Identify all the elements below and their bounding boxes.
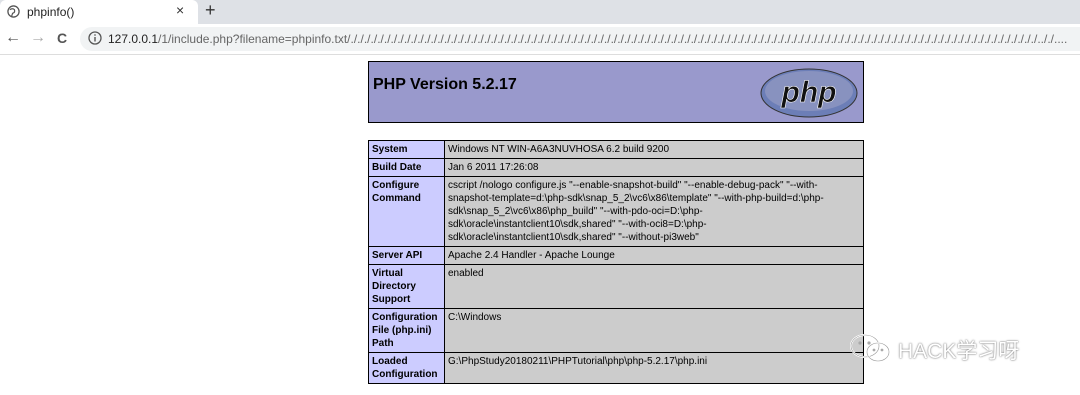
- row-value: cscript /nologo configure.js "--enable-s…: [444, 176, 864, 247]
- row-key: Loaded Configuration: [368, 352, 445, 384]
- row-value: G:\PhpStudy20180211\PHPTutorial\php\php-…: [444, 352, 864, 384]
- tab-phpinfo[interactable]: phpinfo() ×: [0, 0, 198, 24]
- phpinfo-content: PHP Version 5.2.17 php System Windows NT …: [368, 61, 866, 384]
- row-value: Jan 6 2011 17:26:08: [444, 158, 864, 177]
- table-row: Loaded Configuration G:\PhpStudy20180211\…: [368, 352, 864, 384]
- back-icon[interactable]: ←: [5, 29, 21, 47]
- row-key: Server API: [368, 246, 445, 265]
- tab-title: phpinfo(): [27, 5, 75, 19]
- row-key: System: [368, 140, 445, 159]
- row-key: Configuration File (php.ini) Path: [368, 308, 445, 353]
- url-host: 127.0.0.1: [108, 32, 159, 46]
- row-key: Virtual Directory Support: [368, 264, 445, 309]
- close-tab-icon[interactable]: ×: [176, 2, 184, 18]
- reload-icon[interactable]: C: [57, 30, 67, 46]
- forward-icon[interactable]: →: [30, 29, 46, 47]
- wechat-icon: [850, 334, 890, 362]
- watermark-text: HACK学习呀: [898, 340, 1020, 363]
- new-tab-button[interactable]: +: [205, 0, 216, 21]
- row-value: enabled: [444, 264, 864, 309]
- table-row: Server API Apache 2.4 Handler - Apache Lo…: [368, 246, 864, 265]
- row-key: Configure Command: [368, 176, 445, 247]
- table-row: Configure Command cscript /nologo configu…: [368, 176, 864, 247]
- address-bar[interactable]: 127.0.0.1/1/include.php?filename=phpinfo…: [80, 27, 1080, 51]
- table-row: Configuration File (php.ini) Path C:\Wind…: [368, 308, 864, 353]
- watermark: HACK学习呀: [848, 331, 1019, 365]
- url-text[interactable]: 127.0.0.1/1/include.php?filename=phpinfo…: [108, 32, 1073, 46]
- php-logo-icon: php: [760, 68, 858, 118]
- url-path: /1/include.php?filename=phpinfo.txt/././…: [158, 32, 1068, 46]
- table-row: Virtual Directory Support enabled: [368, 264, 864, 309]
- page-title: PHP Version 5.2.17: [373, 76, 517, 93]
- table-row: Build Date Jan 6 2011 17:26:08: [368, 158, 864, 177]
- php-version-header: PHP Version 5.2.17 php: [368, 61, 864, 123]
- row-value: Apache 2.4 Handler - Apache Lounge: [444, 246, 864, 265]
- info-icon[interactable]: [88, 31, 102, 45]
- table-row: System Windows NT WIN-A6A3NUVHOSA 6.2 bui…: [368, 140, 864, 159]
- svg-text:php: php: [781, 76, 837, 109]
- php-info-table: System Windows NT WIN-A6A3NUVHOSA 6.2 bui…: [368, 140, 864, 384]
- row-key: Build Date: [368, 158, 445, 177]
- browser-toolbar: ← → C 127.0.0.1/1/include.php?filename=p…: [0, 24, 1080, 55]
- row-value: Windows NT WIN-A6A3NUVHOSA 6.2 build 920…: [444, 140, 864, 159]
- globe-icon: [7, 5, 20, 18]
- tab-strip: phpinfo() × +: [0, 0, 1080, 24]
- row-value: C:\Windows: [444, 308, 864, 353]
